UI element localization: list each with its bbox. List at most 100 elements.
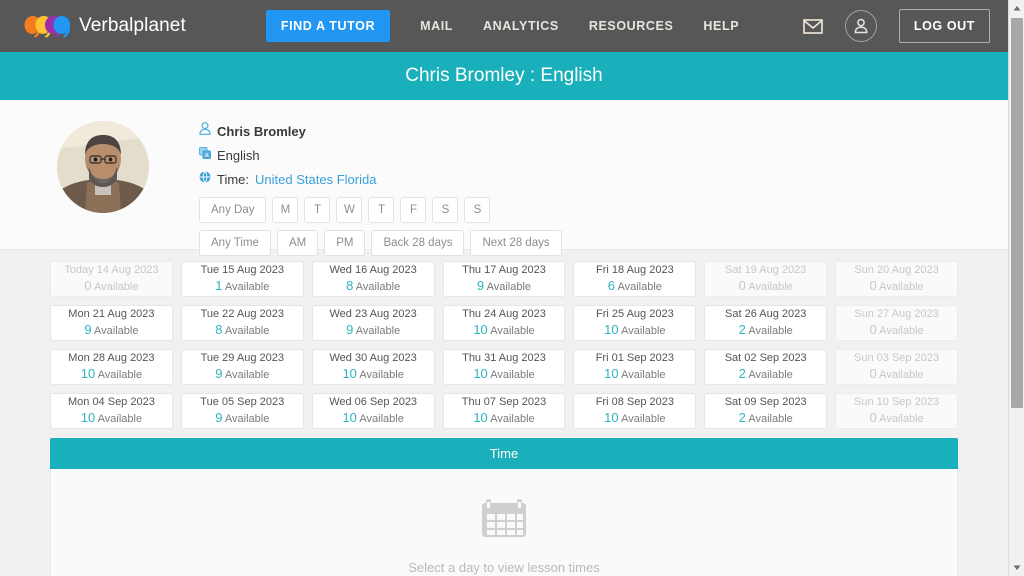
filter-day-sat[interactable]: S — [432, 197, 459, 223]
availability-count: 1 — [215, 278, 223, 293]
back-28-days-button[interactable]: Back 28 days — [371, 230, 465, 256]
nav-links-group: FIND A TUTOR MAIL ANALYTICS RESOURCES HE… — [265, 10, 739, 42]
calendar-day-cell[interactable]: Tue 15 Aug 2023 1 Available — [180, 261, 304, 297]
tutor-details: Chris Bromley A English Time: United Sta… — [199, 116, 562, 256]
nav-link-mail[interactable]: MAIL — [420, 11, 453, 41]
calendar-day-cell[interactable]: Thu 17 Aug 2023 9 Available — [442, 261, 566, 297]
calendar-day-label: Sat 02 Sep 2023 — [724, 352, 807, 364]
calendar-day-availability: 10 Available — [342, 410, 404, 425]
calendar-day-label: Thu 17 Aug 2023 — [462, 264, 546, 276]
calendar-day-cell[interactable]: Wed 23 Aug 2023 9 Available — [311, 305, 435, 341]
calendar-day-availability: 0 Available — [84, 278, 139, 293]
availability-calendar: Today 14 Aug 2023 0 Available Tue 15 Aug 2… — [0, 250, 1008, 429]
user-avatar-icon[interactable] — [844, 10, 877, 42]
availability-count: 9 — [476, 278, 485, 293]
availability-count: 0 — [738, 278, 746, 293]
calendar-day-cell[interactable]: Mon 28 Aug 2023 10 Available — [50, 349, 173, 385]
calendar-day-cell[interactable]: Wed 06 Sep 2023 10 Available — [311, 393, 435, 429]
time-empty-message: Select a day to view lesson times — [408, 560, 600, 575]
calendar-day-label: Fri 18 Aug 2023 — [596, 264, 674, 276]
calendar-day-cell[interactable]: Tue 29 Aug 2023 9 Available — [180, 349, 304, 385]
filter-day-tue[interactable]: T — [304, 197, 331, 223]
calendar-day-availability: 1 Available — [215, 278, 270, 293]
calendar-day-label: Wed 23 Aug 2023 — [329, 308, 417, 320]
log-out-button[interactable]: LOG OUT — [898, 9, 990, 43]
day-filter-row: Any Day M T W T F S S — [199, 197, 562, 223]
page-title-banner: Chris Bromley : English — [0, 52, 1008, 100]
page-scrollbar[interactable] — [1008, 0, 1024, 576]
availability-count: 0 — [869, 278, 877, 293]
nav-link-resources[interactable]: RESOURCES — [589, 11, 674, 41]
scroll-down-arrow-icon[interactable] — [1009, 560, 1024, 576]
calendar-day-cell[interactable]: Wed 16 Aug 2023 8 Available — [311, 261, 435, 297]
filter-day-mon[interactable]: M — [272, 197, 299, 223]
calendar-day-availability: 9 Available — [215, 366, 270, 381]
calendar-day-label: Tue 29 Aug 2023 — [200, 352, 284, 364]
filter-day-sun[interactable]: S — [464, 197, 491, 223]
nav-link-help[interactable]: HELP — [703, 11, 739, 41]
calendar-day-cell[interactable]: Sat 02 Sep 2023 2 Available — [704, 349, 828, 385]
calendar-day-cell[interactable]: Fri 25 Aug 2023 10 Available — [573, 305, 697, 341]
tutor-name: Chris Bromley — [217, 123, 306, 139]
calendar-day-availability: 0 Available — [869, 410, 924, 425]
calendar-day-cell[interactable]: Mon 21 Aug 2023 9 Available — [50, 305, 173, 341]
calendar-day-cell[interactable]: Mon 04 Sep 2023 10 Available — [50, 393, 173, 429]
availability-count: 10 — [604, 366, 619, 381]
calendar-day-availability: 10 Available — [80, 366, 143, 381]
calendar-day-availability: 2 Available — [738, 366, 793, 381]
nav-link-analytics[interactable]: ANALYTICS — [483, 11, 559, 41]
top-navigation-bar: Verbalplanet FIND A TUTOR MAIL ANALYTICS… — [0, 0, 1008, 52]
calendar-day-availability: 10 Available — [342, 366, 404, 381]
calendar-day-availability: 10 Available — [473, 322, 535, 337]
availability-count: 0 — [84, 278, 92, 293]
calendar-day-cell[interactable]: Sat 26 Aug 2023 2 Available — [704, 305, 828, 341]
site-logo[interactable]: Verbalplanet — [24, 14, 186, 38]
filter-any-time[interactable]: Any Time — [199, 230, 271, 256]
scroll-up-arrow-icon[interactable] — [1009, 0, 1024, 16]
scrollbar-thumb[interactable] — [1011, 18, 1023, 408]
availability-count: 10 — [80, 366, 96, 381]
filter-am[interactable]: AM — [276, 230, 319, 256]
calendar-day-cell[interactable]: Wed 30 Aug 2023 10 Available — [311, 349, 435, 385]
calendar-day-label: Thu 24 Aug 2023 — [462, 308, 546, 320]
calendar-day-cell[interactable]: Tue 05 Sep 2023 9 Available — [180, 393, 304, 429]
calendar-day-cell[interactable]: Fri 01 Sep 2023 10 Available — [573, 349, 697, 385]
time-filter-row: Any Time AM PM Back 28 days Next 28 days — [199, 230, 562, 256]
filter-pm[interactable]: PM — [324, 230, 366, 256]
timezone-value[interactable]: United States Florida — [255, 172, 376, 187]
calendar-day-label: Sat 26 Aug 2023 — [725, 308, 807, 320]
filter-day-wed[interactable]: W — [336, 197, 363, 223]
person-icon — [199, 122, 211, 140]
calendar-day-cell[interactable]: Sat 09 Sep 2023 2 Available — [704, 393, 828, 429]
filter-any-day[interactable]: Any Day — [199, 197, 267, 223]
availability-count: 10 — [473, 410, 488, 425]
calendar-day-cell[interactable]: Thu 31 Aug 2023 10 Available — [442, 349, 566, 385]
globe-icon — [199, 170, 211, 188]
next-28-days-button[interactable]: Next 28 days — [470, 230, 562, 256]
availability-count: 8 — [346, 278, 354, 293]
tutor-language-row: A English — [199, 146, 562, 164]
timezone-label: Time: — [217, 171, 250, 187]
calendar-day-label: Wed 06 Sep 2023 — [329, 396, 418, 408]
calendar-day-availability: 0 Available — [869, 366, 924, 381]
time-panel-header: Time — [50, 438, 958, 469]
calendar-day-cell: Sun 10 Sep 2023 0 Available — [835, 393, 958, 429]
calendar-day-cell[interactable]: Thu 07 Sep 2023 10 Available — [442, 393, 566, 429]
availability-count: 9 — [215, 410, 223, 425]
calendar-day-label: Fri 25 Aug 2023 — [596, 308, 674, 320]
availability-count: 2 — [738, 410, 746, 425]
tutor-language: English — [217, 147, 260, 163]
calendar-day-cell[interactable]: Fri 08 Sep 2023 10 Available — [573, 393, 697, 429]
calendar-day-cell[interactable]: Fri 18 Aug 2023 6 Available — [573, 261, 697, 297]
calendar-day-cell[interactable]: Tue 22 Aug 2023 8 Available — [180, 305, 304, 341]
calendar-day-availability: 0 Available — [869, 322, 924, 337]
filter-day-thu[interactable]: T — [368, 197, 395, 223]
envelope-icon[interactable] — [803, 18, 823, 34]
calendar-day-availability: 10 Available — [604, 410, 666, 425]
calendar-day-availability: 9 Available — [346, 322, 401, 337]
find-a-tutor-button[interactable]: FIND A TUTOR — [265, 10, 391, 42]
calendar-day-label: Tue 15 Aug 2023 — [200, 264, 284, 276]
calendar-day-cell[interactable]: Thu 24 Aug 2023 10 Available — [442, 305, 566, 341]
filter-day-fri[interactable]: F — [400, 197, 427, 223]
availability-count: 9 — [84, 322, 92, 337]
